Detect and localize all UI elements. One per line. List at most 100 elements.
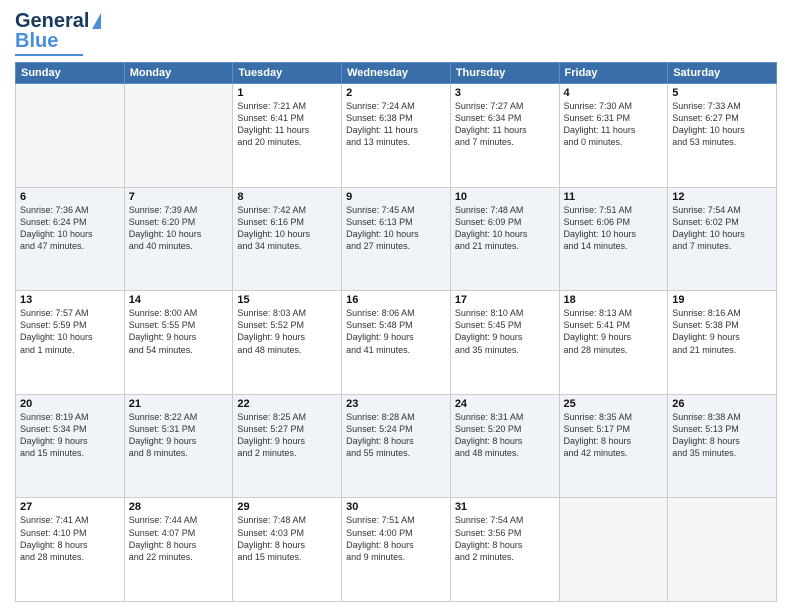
header: General Blue xyxy=(15,10,777,56)
day-number: 20 xyxy=(20,398,120,410)
day-number: 15 xyxy=(237,294,337,306)
day-info: Sunrise: 7:51 AM Sunset: 4:00 PM Dayligh… xyxy=(346,514,446,563)
day-info: Sunrise: 8:31 AM Sunset: 5:20 PM Dayligh… xyxy=(455,411,555,460)
day-number: 9 xyxy=(346,191,446,203)
calendar-cell: 26Sunrise: 8:38 AM Sunset: 5:13 PM Dayli… xyxy=(668,394,777,498)
day-info: Sunrise: 8:03 AM Sunset: 5:52 PM Dayligh… xyxy=(237,307,337,356)
day-info: Sunrise: 7:48 AM Sunset: 4:03 PM Dayligh… xyxy=(237,514,337,563)
calendar-cell xyxy=(124,84,233,188)
day-info: Sunrise: 7:30 AM Sunset: 6:31 PM Dayligh… xyxy=(564,100,664,149)
calendar-cell: 12Sunrise: 7:54 AM Sunset: 6:02 PM Dayli… xyxy=(668,187,777,291)
day-info: Sunrise: 7:21 AM Sunset: 6:41 PM Dayligh… xyxy=(237,100,337,149)
day-info: Sunrise: 7:57 AM Sunset: 5:59 PM Dayligh… xyxy=(20,307,120,356)
logo-triangle-icon xyxy=(92,13,101,29)
calendar-cell: 29Sunrise: 7:48 AM Sunset: 4:03 PM Dayli… xyxy=(233,498,342,602)
col-header-wednesday: Wednesday xyxy=(342,63,451,84)
day-number: 19 xyxy=(672,294,772,306)
day-info: Sunrise: 8:25 AM Sunset: 5:27 PM Dayligh… xyxy=(237,411,337,460)
day-info: Sunrise: 7:54 AM Sunset: 3:56 PM Dayligh… xyxy=(455,514,555,563)
day-number: 26 xyxy=(672,398,772,410)
calendar-cell: 30Sunrise: 7:51 AM Sunset: 4:00 PM Dayli… xyxy=(342,498,451,602)
day-number: 21 xyxy=(129,398,229,410)
calendar-cell xyxy=(16,84,125,188)
calendar-week-row: 27Sunrise: 7:41 AM Sunset: 4:10 PM Dayli… xyxy=(16,498,777,602)
day-number: 18 xyxy=(564,294,664,306)
day-info: Sunrise: 8:16 AM Sunset: 5:38 PM Dayligh… xyxy=(672,307,772,356)
day-info: Sunrise: 7:41 AM Sunset: 4:10 PM Dayligh… xyxy=(20,514,120,563)
calendar-cell: 19Sunrise: 8:16 AM Sunset: 5:38 PM Dayli… xyxy=(668,291,777,395)
day-info: Sunrise: 7:27 AM Sunset: 6:34 PM Dayligh… xyxy=(455,100,555,149)
day-number: 1 xyxy=(237,87,337,99)
day-number: 17 xyxy=(455,294,555,306)
calendar-week-row: 1Sunrise: 7:21 AM Sunset: 6:41 PM Daylig… xyxy=(16,84,777,188)
calendar-cell xyxy=(668,498,777,602)
calendar-cell: 25Sunrise: 8:35 AM Sunset: 5:17 PM Dayli… xyxy=(559,394,668,498)
day-info: Sunrise: 8:28 AM Sunset: 5:24 PM Dayligh… xyxy=(346,411,446,460)
day-number: 4 xyxy=(564,87,664,99)
day-number: 11 xyxy=(564,191,664,203)
day-info: Sunrise: 7:36 AM Sunset: 6:24 PM Dayligh… xyxy=(20,204,120,253)
calendar-cell: 2Sunrise: 7:24 AM Sunset: 6:38 PM Daylig… xyxy=(342,84,451,188)
calendar-cell: 5Sunrise: 7:33 AM Sunset: 6:27 PM Daylig… xyxy=(668,84,777,188)
day-number: 31 xyxy=(455,501,555,513)
day-number: 5 xyxy=(672,87,772,99)
calendar-week-row: 6Sunrise: 7:36 AM Sunset: 6:24 PM Daylig… xyxy=(16,187,777,291)
calendar-cell: 1Sunrise: 7:21 AM Sunset: 6:41 PM Daylig… xyxy=(233,84,342,188)
day-number: 2 xyxy=(346,87,446,99)
day-number: 7 xyxy=(129,191,229,203)
day-number: 23 xyxy=(346,398,446,410)
col-header-monday: Monday xyxy=(124,63,233,84)
day-info: Sunrise: 7:48 AM Sunset: 6:09 PM Dayligh… xyxy=(455,204,555,253)
calendar-week-row: 13Sunrise: 7:57 AM Sunset: 5:59 PM Dayli… xyxy=(16,291,777,395)
day-info: Sunrise: 8:22 AM Sunset: 5:31 PM Dayligh… xyxy=(129,411,229,460)
day-number: 3 xyxy=(455,87,555,99)
day-number: 8 xyxy=(237,191,337,203)
col-header-friday: Friday xyxy=(559,63,668,84)
day-number: 13 xyxy=(20,294,120,306)
calendar-cell: 23Sunrise: 8:28 AM Sunset: 5:24 PM Dayli… xyxy=(342,394,451,498)
calendar-cell: 6Sunrise: 7:36 AM Sunset: 6:24 PM Daylig… xyxy=(16,187,125,291)
day-number: 6 xyxy=(20,191,120,203)
col-header-sunday: Sunday xyxy=(16,63,125,84)
calendar-cell: 4Sunrise: 7:30 AM Sunset: 6:31 PM Daylig… xyxy=(559,84,668,188)
calendar-cell: 9Sunrise: 7:45 AM Sunset: 6:13 PM Daylig… xyxy=(342,187,451,291)
day-number: 12 xyxy=(672,191,772,203)
calendar-cell: 22Sunrise: 8:25 AM Sunset: 5:27 PM Dayli… xyxy=(233,394,342,498)
day-number: 24 xyxy=(455,398,555,410)
logo: General Blue xyxy=(15,10,101,56)
calendar-cell: 7Sunrise: 7:39 AM Sunset: 6:20 PM Daylig… xyxy=(124,187,233,291)
calendar: SundayMondayTuesdayWednesdayThursdayFrid… xyxy=(15,62,777,602)
calendar-cell: 11Sunrise: 7:51 AM Sunset: 6:06 PM Dayli… xyxy=(559,187,668,291)
calendar-cell: 18Sunrise: 8:13 AM Sunset: 5:41 PM Dayli… xyxy=(559,291,668,395)
logo-blue: Blue xyxy=(15,30,58,53)
calendar-cell: 28Sunrise: 7:44 AM Sunset: 4:07 PM Dayli… xyxy=(124,498,233,602)
calendar-header-row: SundayMondayTuesdayWednesdayThursdayFrid… xyxy=(16,63,777,84)
calendar-cell: 13Sunrise: 7:57 AM Sunset: 5:59 PM Dayli… xyxy=(16,291,125,395)
day-info: Sunrise: 8:13 AM Sunset: 5:41 PM Dayligh… xyxy=(564,307,664,356)
calendar-cell: 8Sunrise: 7:42 AM Sunset: 6:16 PM Daylig… xyxy=(233,187,342,291)
calendar-week-row: 20Sunrise: 8:19 AM Sunset: 5:34 PM Dayli… xyxy=(16,394,777,498)
calendar-cell: 3Sunrise: 7:27 AM Sunset: 6:34 PM Daylig… xyxy=(450,84,559,188)
calendar-cell: 20Sunrise: 8:19 AM Sunset: 5:34 PM Dayli… xyxy=(16,394,125,498)
day-number: 10 xyxy=(455,191,555,203)
day-info: Sunrise: 7:45 AM Sunset: 6:13 PM Dayligh… xyxy=(346,204,446,253)
day-number: 25 xyxy=(564,398,664,410)
day-info: Sunrise: 8:06 AM Sunset: 5:48 PM Dayligh… xyxy=(346,307,446,356)
day-number: 16 xyxy=(346,294,446,306)
col-header-saturday: Saturday xyxy=(668,63,777,84)
calendar-cell: 16Sunrise: 8:06 AM Sunset: 5:48 PM Dayli… xyxy=(342,291,451,395)
calendar-cell: 27Sunrise: 7:41 AM Sunset: 4:10 PM Dayli… xyxy=(16,498,125,602)
day-info: Sunrise: 8:19 AM Sunset: 5:34 PM Dayligh… xyxy=(20,411,120,460)
calendar-cell: 10Sunrise: 7:48 AM Sunset: 6:09 PM Dayli… xyxy=(450,187,559,291)
calendar-cell: 24Sunrise: 8:31 AM Sunset: 5:20 PM Dayli… xyxy=(450,394,559,498)
col-header-thursday: Thursday xyxy=(450,63,559,84)
logo-underline xyxy=(15,54,83,56)
calendar-cell: 17Sunrise: 8:10 AM Sunset: 5:45 PM Dayli… xyxy=(450,291,559,395)
day-number: 30 xyxy=(346,501,446,513)
day-info: Sunrise: 8:38 AM Sunset: 5:13 PM Dayligh… xyxy=(672,411,772,460)
day-info: Sunrise: 8:10 AM Sunset: 5:45 PM Dayligh… xyxy=(455,307,555,356)
day-info: Sunrise: 7:44 AM Sunset: 4:07 PM Dayligh… xyxy=(129,514,229,563)
calendar-cell: 31Sunrise: 7:54 AM Sunset: 3:56 PM Dayli… xyxy=(450,498,559,602)
calendar-cell: 15Sunrise: 8:03 AM Sunset: 5:52 PM Dayli… xyxy=(233,291,342,395)
day-info: Sunrise: 7:54 AM Sunset: 6:02 PM Dayligh… xyxy=(672,204,772,253)
